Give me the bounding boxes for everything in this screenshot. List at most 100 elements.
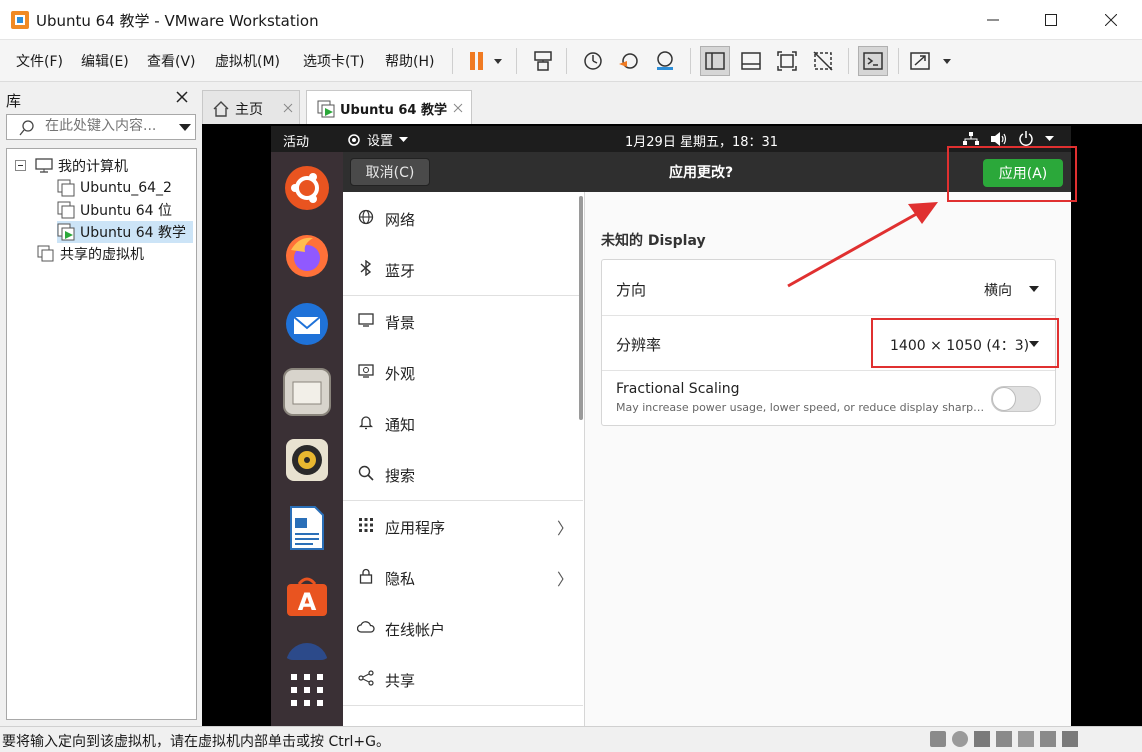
send-keys-button[interactable] xyxy=(528,46,558,76)
library-search-input[interactable] xyxy=(45,118,173,134)
terminal-icon xyxy=(863,52,883,70)
vm-running-icon xyxy=(317,100,335,117)
tree-vm-item-selected[interactable]: Ubuntu 64 教学 xyxy=(57,221,193,243)
maximize-icon xyxy=(1045,14,1057,26)
sidebar-item-background[interactable]: 背景 xyxy=(343,297,583,347)
chevron-down-icon xyxy=(399,136,409,142)
hard-disk-icon[interactable] xyxy=(930,731,946,747)
chevron-down-icon[interactable] xyxy=(179,124,191,132)
power-icon[interactable] xyxy=(1019,131,1033,146)
close-icon xyxy=(1105,14,1117,26)
chevron-right-icon: 〉 xyxy=(557,570,574,589)
sidebar-item-applications[interactable]: 应用程序 〉 xyxy=(343,502,583,552)
network-wired-icon[interactable] xyxy=(963,132,979,146)
menu-file[interactable]: 文件(F) xyxy=(16,51,63,71)
snapshot-manager-button[interactable] xyxy=(650,46,680,76)
library-view-icon xyxy=(705,52,725,70)
resolution-label: 分辨率 xyxy=(616,336,662,354)
libreoffice-writer-icon[interactable] xyxy=(283,504,331,552)
vm-icon xyxy=(57,201,75,219)
sidebar-item-online-accounts[interactable]: 在线帐户 xyxy=(343,604,583,654)
tree-my-computer[interactable]: 我的计算机 xyxy=(15,155,128,177)
tree-vm-item[interactable]: Ubuntu_64_2 xyxy=(57,177,172,199)
sidebar-item-label: 通知 xyxy=(385,415,416,434)
menu-view[interactable]: 查看(V) xyxy=(147,51,196,71)
cd-drive-icon[interactable] xyxy=(952,731,968,747)
console-view-button[interactable] xyxy=(858,46,888,76)
network-send-icon xyxy=(534,51,552,71)
tab-ubuntu-vm[interactable]: Ubuntu 64 教学 xyxy=(306,90,472,126)
sidebar-item-label: 网络 xyxy=(385,210,416,229)
help-icon[interactable] xyxy=(283,640,331,660)
sidebar-scrollbar[interactable] xyxy=(579,196,583,420)
printer-icon[interactable] xyxy=(1040,731,1056,747)
collapse-icon[interactable] xyxy=(15,160,27,172)
sidebar-item-appearance[interactable]: 外观 xyxy=(343,348,583,398)
orientation-label: 方向 xyxy=(616,281,647,299)
software-center-icon[interactable]: A xyxy=(283,572,331,620)
tab-bar: 主页 Ubuntu 64 教学 xyxy=(202,84,1142,126)
tree-vm-label: Ubuntu_64_2 xyxy=(80,180,172,196)
menu-help[interactable]: 帮助(H) xyxy=(385,51,434,71)
sidebar-item-label: 隐私 xyxy=(385,569,416,588)
stretch-guest-button[interactable] xyxy=(908,46,956,76)
menu-toolbar: 文件(F) 编辑(E) 查看(V) 虚拟机(M) 选项卡(T) 帮助(H) xyxy=(0,40,1142,82)
sidebar-item-notifications[interactable]: 通知 xyxy=(343,399,583,449)
pause-button[interactable] xyxy=(462,46,506,76)
activities-button[interactable]: 活动 xyxy=(283,131,309,150)
revert-snapshot-icon xyxy=(619,53,638,69)
close-button[interactable] xyxy=(1088,0,1134,40)
sound-icon[interactable] xyxy=(1018,731,1034,747)
thumbnail-bar-button[interactable] xyxy=(736,46,766,76)
settings-app-menu[interactable]: 设置 xyxy=(347,130,409,149)
sidebar-item-privacy[interactable]: 隐私 〉 xyxy=(343,553,583,603)
library-search[interactable] xyxy=(6,114,196,140)
home-icon xyxy=(213,100,229,117)
clock[interactable]: 1月29日 星期五，18：31 xyxy=(625,131,778,150)
toggle-knob xyxy=(992,387,1016,411)
close-icon[interactable] xyxy=(453,103,463,113)
volume-icon[interactable] xyxy=(991,132,1007,146)
display-icon[interactable] xyxy=(1062,731,1078,747)
device-tray xyxy=(930,731,1078,747)
sidebar-item-search[interactable]: 搜索 xyxy=(343,450,583,500)
show-apps-grid-icon[interactable] xyxy=(283,666,331,714)
sidebar-item-label: 共享 xyxy=(385,671,416,690)
tree-shared-vms[interactable]: 共享的虚拟机 xyxy=(37,243,144,265)
tab-home[interactable]: 主页 xyxy=(202,90,300,126)
menu-edit[interactable]: 编辑(E) xyxy=(81,51,129,71)
cancel-button[interactable]: 取消(C) xyxy=(350,158,430,186)
full-screen-button[interactable] xyxy=(772,46,802,76)
show-library-button[interactable] xyxy=(700,46,730,76)
snapshot-button[interactable] xyxy=(578,46,608,76)
search-icon xyxy=(357,465,375,485)
thunderbird-icon[interactable] xyxy=(283,300,331,348)
menu-tabs[interactable]: 选项卡(T) xyxy=(303,51,364,71)
menu-vm[interactable]: 虚拟机(M) xyxy=(215,51,280,71)
tree-vm-item[interactable]: Ubuntu 64 位 xyxy=(57,199,172,221)
status-bar: 要将输入定向到该虚拟机，请在虚拟机内部单击或按 Ctrl+G。 xyxy=(0,726,1142,752)
chevron-down-icon[interactable] xyxy=(1045,136,1054,142)
usb-icon[interactable] xyxy=(996,731,1012,747)
tree-root-label: 我的计算机 xyxy=(58,159,128,175)
annotation-arrow xyxy=(787,202,938,288)
status-text: 要将输入定向到该虚拟机，请在虚拟机内部单击或按 Ctrl+G。 xyxy=(2,734,390,750)
revert-snapshot-button[interactable] xyxy=(614,46,644,76)
files-icon[interactable] xyxy=(283,368,331,416)
maximize-button[interactable] xyxy=(1028,0,1074,40)
sidebar-item-bluetooth[interactable]: 蓝牙 xyxy=(343,245,583,295)
library-tree: 我的计算机 Ubuntu_64_2 Ubuntu 64 位 Ubuntu 64 … xyxy=(6,148,197,720)
sidebar-item-sharing[interactable]: 共享 xyxy=(343,655,583,705)
close-icon[interactable] xyxy=(283,103,293,113)
display-section-title: 未知的 Display xyxy=(601,233,706,249)
sidebar-item-network[interactable]: 网络 xyxy=(343,194,583,244)
network-adapter-icon[interactable] xyxy=(974,731,990,747)
library-close-button[interactable] xyxy=(176,88,188,107)
rhythmbox-icon[interactable] xyxy=(283,436,331,484)
ubuntu-logo-icon[interactable] xyxy=(283,164,331,212)
minimize-button[interactable] xyxy=(970,0,1016,40)
firefox-icon[interactable] xyxy=(283,232,331,280)
fractional-scaling-toggle[interactable] xyxy=(991,386,1041,412)
unity-button[interactable] xyxy=(808,46,838,76)
tree-vm-label: Ubuntu 64 位 xyxy=(80,203,172,219)
